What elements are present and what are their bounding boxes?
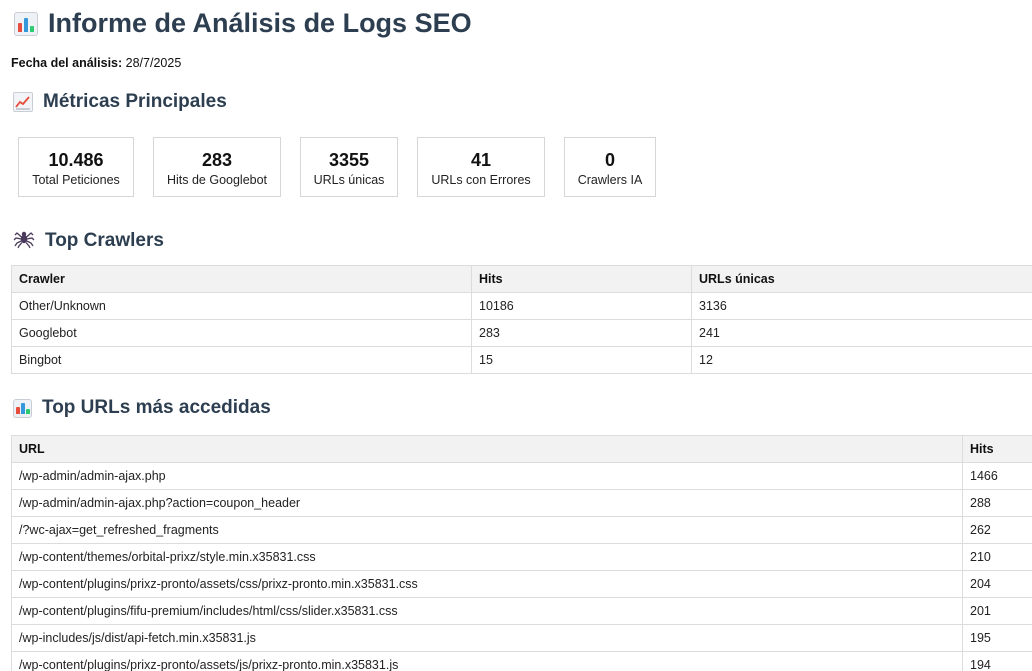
column-header-url: URL [11, 435, 963, 463]
column-header-hits: Hits [962, 435, 1032, 463]
crawler-unique-urls: 3136 [691, 292, 1032, 320]
metric-card-unique-urls: 3355 URLs únicas [300, 137, 398, 197]
crawler-name: Other/Unknown [11, 292, 472, 320]
metric-label: Hits de Googlebot [166, 173, 268, 187]
table-row: /wp-content/themes/orbital-prixz/style.m… [11, 543, 1032, 571]
table-row: Other/Unknown 10186 3136 [11, 292, 1032, 320]
url-path: /wp-admin/admin-ajax.php?action=coupon_h… [11, 489, 963, 517]
analysis-date-value: 28/7/2025 [125, 56, 182, 70]
crawler-unique-urls: 12 [691, 346, 1032, 374]
column-header-unique-urls: URLs únicas [691, 265, 1032, 293]
url-hits: 204 [962, 570, 1032, 598]
url-path: /wp-includes/js/dist/api-fetch.min.x3583… [11, 624, 963, 652]
url-path: /wp-content/themes/orbital-prixz/style.m… [11, 543, 963, 571]
url-path: /wp-content/plugins/prixz-pronto/assets/… [11, 651, 963, 671]
table-row: /wp-admin/admin-ajax.php 1466 [11, 462, 1032, 490]
column-header-hits: Hits [471, 265, 692, 293]
url-path: /wp-admin/admin-ajax.php [11, 462, 963, 490]
urls-heading: Top URLs más accedidas [42, 397, 271, 418]
bar-chart-icon [13, 398, 32, 418]
metric-value: 283 [201, 150, 233, 170]
crawlers-table: Crawler Hits URLs únicas Other/Unknown 1… [11, 265, 1032, 374]
table-header-row: Crawler Hits URLs únicas [11, 265, 1032, 293]
crawlers-heading-row: Top Crawlers [13, 227, 164, 255]
crawler-name: Bingbot [11, 346, 472, 374]
urls-heading-row: Top URLs más accedidas [13, 397, 271, 419]
table-row: /wp-admin/admin-ajax.php?action=coupon_h… [11, 489, 1032, 517]
table-row: Googlebot 283 241 [11, 319, 1032, 347]
crawler-hits: 283 [471, 319, 692, 347]
table-row: /wp-includes/js/dist/api-fetch.min.x3583… [11, 624, 1032, 652]
table-row: /wp-content/plugins/fifu-premium/include… [11, 597, 1032, 625]
url-hits: 1466 [962, 462, 1032, 490]
table-row: /wp-content/plugins/prixz-pronto/assets/… [11, 651, 1032, 671]
crawlers-heading: Top Crawlers [45, 230, 164, 251]
crawler-name: Googlebot [11, 319, 472, 347]
crawler-hits: 15 [471, 346, 692, 374]
url-path: /wp-content/plugins/fifu-premium/include… [11, 597, 963, 625]
metric-card-googlebot-hits: 283 Hits de Googlebot [153, 137, 281, 197]
table-header-row: URL Hits [11, 435, 1032, 463]
url-hits: 195 [962, 624, 1032, 652]
table-row: /?wc-ajax=get_refreshed_fragments 262 [11, 516, 1032, 544]
metric-label: URLs con Errores [431, 173, 531, 187]
spider-icon [13, 227, 35, 255]
url-hits: 288 [962, 489, 1032, 517]
url-path: /wp-content/plugins/prixz-pronto/assets/… [11, 570, 963, 598]
analysis-date: Fecha del análisis: 28/7/2025 [11, 56, 181, 70]
metric-label: URLs únicas [313, 173, 385, 187]
url-hits: 210 [962, 543, 1032, 571]
metric-label: Crawlers IA [577, 173, 643, 187]
metric-value: 0 [604, 150, 615, 170]
url-hits: 201 [962, 597, 1032, 625]
metric-label: Total Peticiones [32, 173, 120, 187]
page-title: Informe de Análisis de Logs SEO [48, 8, 472, 38]
metric-value: 10.486 [48, 150, 104, 170]
column-header-crawler: Crawler [11, 265, 472, 293]
table-row: Bingbot 15 12 [11, 346, 1032, 374]
metric-card-error-urls: 41 URLs con Errores [417, 137, 545, 197]
page-title-row: Informe de Análisis de Logs SEO [14, 8, 472, 39]
url-path: /?wc-ajax=get_refreshed_fragments [11, 516, 963, 544]
table-row: /wp-content/plugins/prixz-pronto/assets/… [11, 570, 1032, 598]
metrics-heading-row: Métricas Principales [13, 91, 227, 113]
trend-up-icon [13, 92, 33, 112]
url-hits: 194 [962, 651, 1032, 671]
bar-chart-icon [14, 11, 38, 36]
analysis-date-label: Fecha del análisis: [11, 56, 123, 70]
metric-card-total-requests: 10.486 Total Peticiones [18, 137, 134, 197]
crawler-unique-urls: 241 [691, 319, 1032, 347]
metric-card-ai-crawlers: 0 Crawlers IA [564, 137, 656, 197]
top-urls-table: URL Hits /wp-admin/admin-ajax.php 1466 /… [11, 435, 1032, 671]
metric-value: 3355 [328, 150, 370, 170]
metrics-heading: Métricas Principales [43, 91, 227, 112]
metrics-cards: 10.486 Total Peticiones 283 Hits de Goog… [18, 137, 675, 197]
metric-value: 41 [470, 150, 492, 170]
crawler-hits: 10186 [471, 292, 692, 320]
url-hits: 262 [962, 516, 1032, 544]
